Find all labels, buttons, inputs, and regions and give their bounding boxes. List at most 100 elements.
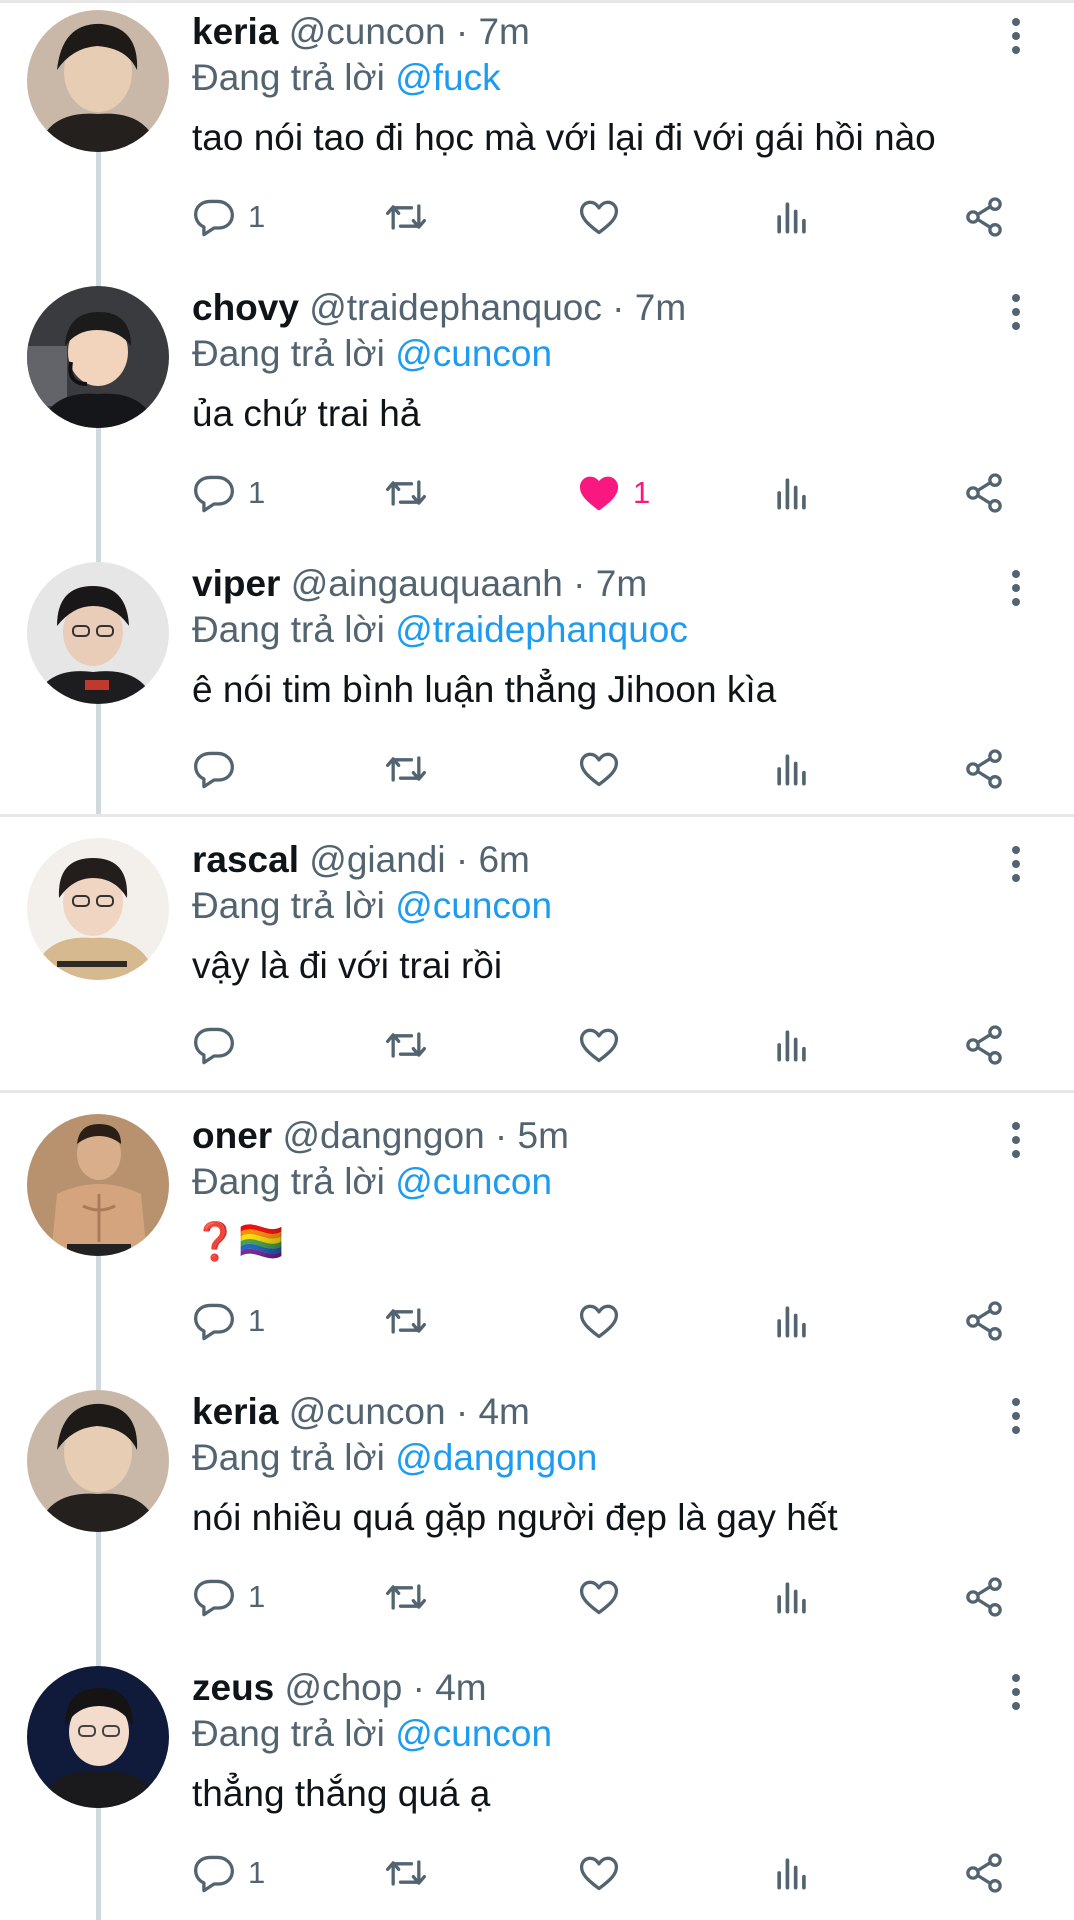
reply-button[interactable]: 1 xyxy=(192,192,265,242)
timestamp[interactable]: 4m xyxy=(478,1391,529,1432)
reply-tweet[interactable]: chovy @traidephanquoc · 7m Đang trả lời … xyxy=(0,276,1074,552)
reply-button[interactable] xyxy=(192,744,248,794)
display-name[interactable]: keria xyxy=(192,11,278,52)
reply-icon xyxy=(194,1027,234,1065)
share-button[interactable] xyxy=(962,1020,1006,1070)
retweet-button[interactable] xyxy=(384,1020,428,1070)
more-icon[interactable] xyxy=(1000,842,1032,886)
analytics-button[interactable] xyxy=(770,1296,814,1346)
display-name[interactable]: oner xyxy=(192,1115,272,1156)
mention-link[interactable]: @cuncon xyxy=(395,885,552,926)
like-button[interactable] xyxy=(577,1296,633,1346)
replying-prefix: Đang trả lời xyxy=(192,333,385,374)
reply-tweet[interactable]: keria @cuncon · 7m Đang trả lời @fuck ta… xyxy=(0,0,1074,276)
reply-button[interactable]: 1 xyxy=(192,1572,265,1622)
display-name[interactable]: rascal xyxy=(192,839,299,880)
replying-prefix: Đang trả lời xyxy=(192,1437,385,1478)
user-handle[interactable]: @chop xyxy=(285,1667,403,1708)
retweet-button[interactable] xyxy=(384,744,428,794)
mention-link[interactable]: @dangngon xyxy=(395,1437,597,1478)
reply-icon xyxy=(194,1579,234,1617)
like-icon-filled xyxy=(579,476,619,511)
avatar[interactable] xyxy=(27,562,169,704)
mention-link[interactable]: @cuncon xyxy=(395,1713,552,1754)
like-button[interactable] xyxy=(577,1572,633,1622)
timestamp[interactable]: 4m xyxy=(435,1667,486,1708)
analytics-button[interactable] xyxy=(770,192,814,242)
avatar[interactable] xyxy=(27,10,169,152)
timestamp[interactable]: 7m xyxy=(596,563,647,604)
share-button[interactable] xyxy=(962,1296,1006,1346)
reply-count: 1 xyxy=(248,1303,266,1338)
timestamp[interactable]: 5m xyxy=(518,1115,569,1156)
analytics-button[interactable] xyxy=(770,1020,814,1070)
tweet-header: zeus @chop · 4m xyxy=(192,1666,487,1710)
retweet-button[interactable] xyxy=(384,1296,428,1346)
display-name[interactable]: viper xyxy=(192,563,280,604)
share-button[interactable] xyxy=(962,192,1006,242)
more-icon[interactable] xyxy=(1000,1394,1032,1438)
analytics-button[interactable] xyxy=(770,468,814,518)
timestamp[interactable]: 7m xyxy=(478,11,529,52)
like-button[interactable] xyxy=(577,1020,633,1070)
more-icon[interactable] xyxy=(1000,290,1032,334)
retweet-icon xyxy=(386,1860,426,1886)
reply-tweet[interactable]: keria @cuncon · 4m Đang trả lời @dangngo… xyxy=(0,1380,1074,1656)
retweet-icon xyxy=(386,1032,426,1058)
replying-prefix: Đang trả lời xyxy=(192,885,385,926)
avatar[interactable] xyxy=(27,1390,169,1532)
share-button[interactable] xyxy=(962,468,1006,518)
retweet-button[interactable] xyxy=(384,468,428,518)
display-name[interactable]: keria xyxy=(192,1391,278,1432)
share-button[interactable] xyxy=(962,1572,1006,1622)
more-icon[interactable] xyxy=(1000,566,1032,610)
avatar[interactable] xyxy=(27,838,169,980)
user-handle[interactable]: @dangngon xyxy=(282,1115,484,1156)
display-name[interactable]: chovy xyxy=(192,287,299,328)
more-icon[interactable] xyxy=(1000,14,1032,58)
reply-tweet[interactable]: oner @dangngon · 5m Đang trả lời @cuncon… xyxy=(0,1104,1074,1380)
retweet-button[interactable] xyxy=(384,1572,428,1622)
reply-button[interactable]: 1 xyxy=(192,1848,265,1898)
user-handle[interactable]: @traidephanquoc xyxy=(309,287,602,328)
separator-dot: · xyxy=(445,1391,479,1432)
analytics-button[interactable] xyxy=(770,1848,814,1898)
more-icon[interactable] xyxy=(1000,1118,1032,1162)
reply-tweet[interactable]: zeus @chop · 4m Đang trả lời @cuncon thẳ… xyxy=(0,1656,1074,1920)
mention-link[interactable]: @traidephanquoc xyxy=(395,609,688,650)
timestamp[interactable]: 6m xyxy=(478,839,529,880)
analytics-button[interactable] xyxy=(770,1572,814,1622)
reply-icon xyxy=(194,1303,234,1341)
mention-link[interactable]: @cuncon xyxy=(395,333,552,374)
like-button[interactable] xyxy=(577,192,633,242)
share-button[interactable] xyxy=(962,744,1006,794)
like-button[interactable]: 1 xyxy=(577,468,650,518)
mention-link[interactable]: @fuck xyxy=(395,57,500,98)
avatar[interactable] xyxy=(27,286,169,428)
user-handle[interactable]: @aingauquaanh xyxy=(291,563,563,604)
reply-tweet[interactable]: rascal @giandi · 6m Đang trả lời @cuncon… xyxy=(0,828,1074,1090)
avatar[interactable] xyxy=(27,1114,169,1256)
user-handle[interactable]: @cuncon xyxy=(289,11,446,52)
avatar[interactable] xyxy=(27,1666,169,1808)
action-bar: 1 xyxy=(192,192,1052,242)
share-button[interactable] xyxy=(962,1848,1006,1898)
replying-to: Đang trả lời @cuncon xyxy=(192,332,552,376)
timestamp[interactable]: 7m xyxy=(635,287,686,328)
mention-link[interactable]: @cuncon xyxy=(395,1161,552,1202)
more-icon[interactable] xyxy=(1000,1670,1032,1714)
reply-button[interactable]: 1 xyxy=(192,1296,265,1346)
user-handle[interactable]: @giandi xyxy=(309,839,445,880)
retweet-button[interactable] xyxy=(384,192,428,242)
user-handle[interactable]: @cuncon xyxy=(289,1391,446,1432)
like-button[interactable] xyxy=(577,1848,633,1898)
retweet-button[interactable] xyxy=(384,1848,428,1898)
tweet-text: ủa chứ trai hả xyxy=(192,393,421,434)
reply-button[interactable]: 1 xyxy=(192,468,265,518)
analytics-button[interactable] xyxy=(770,744,814,794)
reply-button[interactable] xyxy=(192,1020,248,1070)
share-icon xyxy=(966,473,1002,513)
like-button[interactable] xyxy=(577,744,633,794)
reply-tweet[interactable]: viper @aingauquaanh · 7m Đang trả lời @t… xyxy=(0,552,1074,814)
display-name[interactable]: zeus xyxy=(192,1667,274,1708)
